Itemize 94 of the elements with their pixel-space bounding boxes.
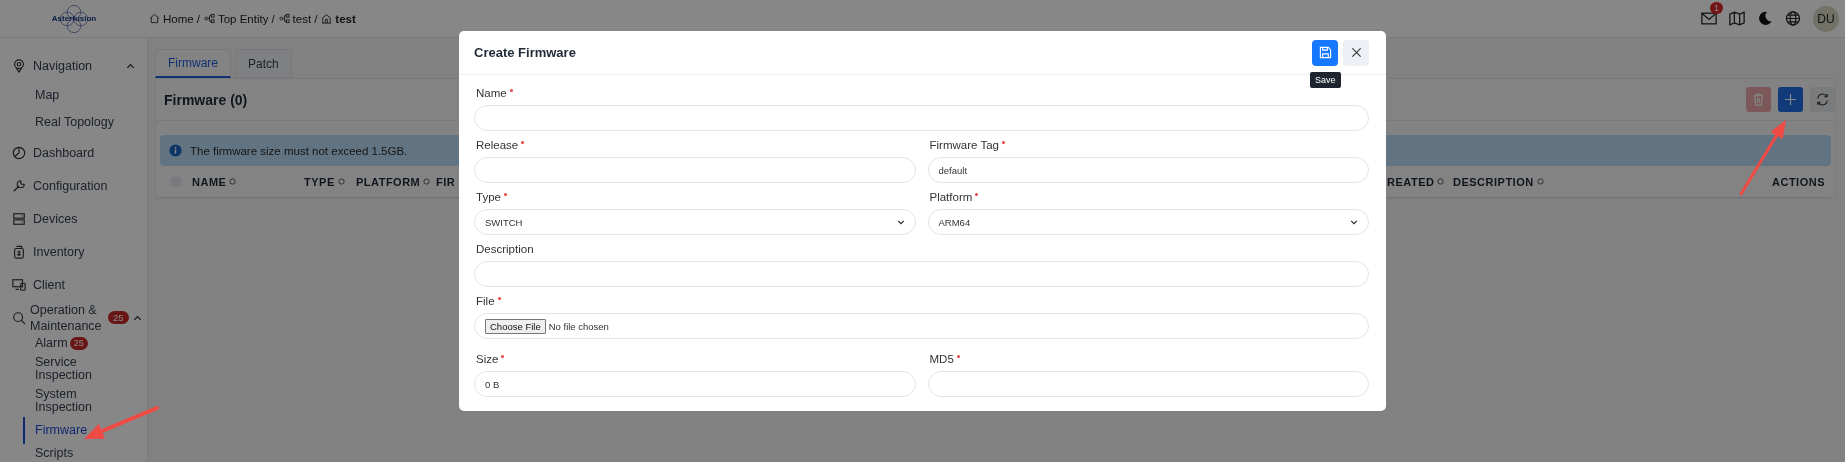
input-field[interactable]: [474, 105, 1369, 131]
sidebar-item[interactable]: Navigation: [0, 49, 147, 82]
sidebar-label: Operation & Maintenance: [30, 301, 103, 334]
breadcrumb-separator: /: [271, 12, 275, 25]
dialog-title: Create Firmware: [474, 45, 576, 60]
home-icon: [149, 13, 160, 24]
tab[interactable]: Patch: [235, 49, 292, 78]
map-icon[interactable]: [1729, 11, 1745, 26]
sort-icon[interactable]: [423, 178, 431, 185]
jar-icon: [12, 244, 26, 259]
chevron-down-icon: [1350, 219, 1358, 225]
refresh-button[interactable]: [1810, 87, 1835, 112]
column-header[interactable]: FIR: [436, 175, 456, 188]
close-button[interactable]: [1343, 39, 1369, 66]
breadcrumb-separator: /: [314, 12, 318, 25]
input-field[interactable]: 0 B: [474, 371, 916, 397]
breadcrumb-link[interactable]: Top Entity: [217, 12, 269, 25]
close-icon: [1350, 47, 1362, 58]
logo: Asterfusion: [0, 1, 148, 36]
sidebar-label: Dashboard: [33, 144, 95, 161]
column-header[interactable]: TYPE: [304, 175, 335, 188]
field-label: Firmware Tag: [929, 139, 999, 151]
breadcrumb-link[interactable]: test: [335, 12, 356, 25]
sort-icon[interactable]: [1536, 178, 1544, 185]
submenu-item[interactable]: Real Topology: [23, 109, 147, 136]
section-title: Firmware (0): [164, 91, 248, 108]
sidebar-label: Inventory: [33, 243, 85, 260]
plus-icon: [1784, 93, 1797, 106]
sidebar-label: Configuration: [33, 177, 108, 194]
field-label: Platform: [929, 191, 973, 203]
input-field[interactable]: default: [927, 157, 1369, 183]
info-text: The firmware size must not exceed 1.5GB.: [190, 144, 408, 157]
field-label: File: [476, 295, 495, 307]
mail-icon[interactable]: [1701, 11, 1717, 26]
notification-badge: 1: [1710, 2, 1723, 14]
column-header[interactable]: PLATFORM: [356, 175, 421, 188]
sidebar-item[interactable]: Dashboard: [0, 136, 147, 169]
column-header[interactable]: ACTIONS: [1772, 175, 1825, 188]
input-field[interactable]: [474, 261, 1369, 287]
submenu-item[interactable]: Service Inspection: [23, 353, 115, 385]
search-icon: [12, 310, 26, 325]
dash-icon: [12, 145, 26, 160]
chevron-up-icon[interactable]: [132, 314, 142, 321]
field-label: Description: [476, 243, 534, 255]
sidebar-label: Client: [33, 276, 65, 293]
field-label: Release: [476, 139, 519, 151]
column-header[interactable]: DESCRIPTION: [1453, 175, 1534, 188]
breadcrumb-link[interactable]: Home: [163, 12, 194, 25]
client-icon: [12, 277, 26, 292]
submenu-item[interactable]: Alarm 25: [23, 334, 115, 353]
tab[interactable]: Firmware: [155, 49, 231, 78]
field-label: Type: [476, 191, 501, 203]
choose-file-button[interactable]: Choose File: [485, 318, 546, 334]
sort-icon[interactable]: [337, 178, 345, 185]
breadcrumb-separator: /: [196, 12, 200, 25]
sidebar-label: Navigation: [33, 57, 93, 74]
submenu-item[interactable]: Map: [23, 82, 147, 109]
refresh-icon: [1816, 93, 1829, 106]
add-button[interactable]: [1778, 87, 1803, 112]
input-field[interactable]: [927, 371, 1369, 397]
wrench-icon: [12, 178, 26, 193]
moon-icon[interactable]: [1757, 11, 1773, 26]
building-icon: [321, 13, 333, 24]
sidebar-item[interactable]: Inventory: [0, 235, 147, 268]
breadcrumb-link[interactable]: test: [292, 12, 312, 25]
save-button[interactable]: [1312, 39, 1338, 66]
sidebar-label: Devices: [33, 210, 78, 227]
hierarchy-icon: [278, 13, 290, 24]
pin-icon: [12, 58, 26, 73]
sort-icon[interactable]: [1437, 178, 1445, 185]
input-field[interactable]: [474, 157, 916, 183]
tooltip: Save: [1310, 71, 1341, 88]
field-label: Size: [476, 353, 499, 365]
sidebar-item[interactable]: Configuration: [0, 169, 147, 202]
select-field[interactable]: SWITCH: [474, 209, 916, 235]
user-avatar[interactable]: DU: [1813, 5, 1839, 32]
server-icon: [12, 211, 26, 226]
column-header[interactable]: NAME: [192, 175, 227, 188]
sidebar-item[interactable]: Client: [0, 268, 147, 301]
count-badge: 25: [108, 311, 129, 324]
info-icon: [169, 144, 182, 157]
sidebar-item[interactable]: Devices: [0, 202, 147, 235]
chevron-up-icon[interactable]: [126, 62, 135, 69]
submenu-item[interactable]: System Inspection: [23, 385, 115, 417]
field-label: MD5: [929, 353, 954, 365]
chevron-down-icon: [896, 219, 905, 225]
sort-icon[interactable]: [229, 178, 237, 185]
globe-icon[interactable]: [1785, 11, 1801, 26]
field-label: Name: [476, 87, 507, 99]
file-status-text: No file chosen: [548, 320, 609, 332]
submenu-item[interactable]: Scripts: [23, 444, 115, 462]
column-header[interactable]: REATED: [1387, 175, 1435, 188]
hierarchy-icon: [203, 13, 215, 24]
select-field[interactable]: ARM64: [927, 209, 1369, 235]
